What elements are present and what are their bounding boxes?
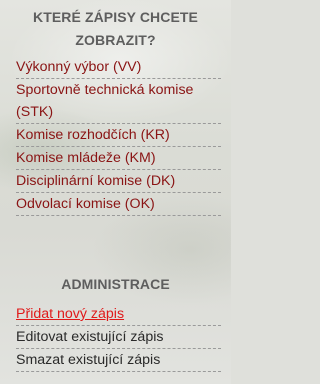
add-record-link[interactable]: Přidat nový zápis <box>16 303 221 326</box>
admin-heading: ADMINISTRACE <box>61 276 170 292</box>
menu-item-dk[interactable]: Disciplinární komise (DK) <box>16 170 221 193</box>
menu-item-kr[interactable]: Komise rozhodčích (KR) <box>16 124 221 147</box>
records-menu: Výkonný výbor (VV) Sportovně technická k… <box>16 56 221 216</box>
edit-record-link[interactable]: Editovat existující zápis <box>16 326 221 349</box>
records-heading-line1: KTERÉ ZÁPISY CHCETE <box>33 9 198 25</box>
menu-item-vv[interactable]: Výkonný výbor (VV) <box>16 56 221 79</box>
menu-item-ok[interactable]: Odvolací komise (OK) <box>16 193 221 216</box>
records-heading-line2: ZOBRAZIT? <box>75 32 156 48</box>
records-sidebar: KTERÉ ZÁPISY CHCETE ZOBRAZIT? Výkonný vý… <box>0 0 231 384</box>
menu-item-stk[interactable]: Sportovně technická komise (STK) <box>16 79 221 124</box>
delete-record-link[interactable]: Smazat existující zápis <box>16 349 221 372</box>
menu-item-km[interactable]: Komise mládeže (KM) <box>16 147 221 170</box>
records-heading: KTERÉ ZÁPISY CHCETE ZOBRAZIT? <box>0 6 231 52</box>
admin-menu: Přidat nový zápis Editovat existující zá… <box>16 303 221 372</box>
